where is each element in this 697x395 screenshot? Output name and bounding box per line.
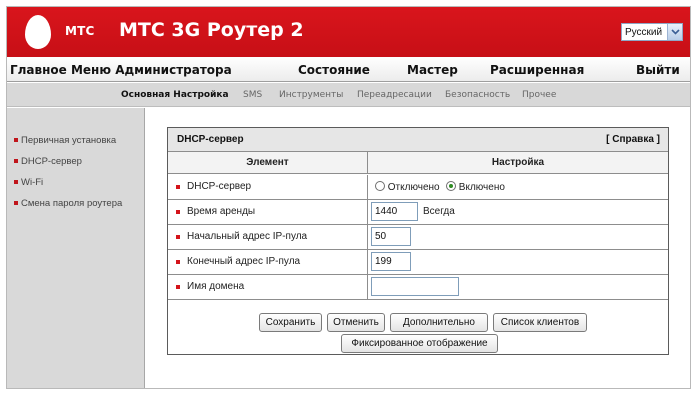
table-row-start-ip: Начальный адрес IP-пула [168,225,668,250]
mts-logo: МТС [21,14,109,50]
tab-security[interactable]: Безопасность [445,90,510,100]
sidebar-item-label: Смена пароля роутера [21,198,123,209]
dhcp-on-radio[interactable]: Включено [446,181,505,193]
row-value-cell: Всегда [368,200,668,224]
row-label-cell: DHCP-сервер [168,175,368,199]
tab-forwarding[interactable]: Переадресации [357,90,432,100]
radio-label-off: Отключено [387,182,440,193]
nav-logout[interactable]: Выйти [636,63,680,77]
bullet-icon [14,180,18,184]
chevron-down-icon[interactable] [667,24,682,40]
bullet-icon [14,159,18,163]
header-bar: МТС МТС 3G Роутер 2 Русский [7,7,690,57]
nav-admin-menu[interactable]: Главное Меню Администратора [10,63,232,77]
panel-title-row: DHCP-сервер [ Справка ] [168,128,668,152]
nav-status[interactable]: Состояние [298,63,370,77]
column-header-element: Элемент [168,152,368,174]
tab-tools[interactable]: Инструменты [279,90,343,100]
main-nav: Главное Меню Администратора Состояние Ма… [7,57,690,82]
nav-wizard[interactable]: Мастер [407,63,458,77]
table-header: Элемент Настройка [168,152,668,174]
row-label-cell: Конечный адрес IP-пула [168,250,368,274]
sidebar-item-change-password[interactable]: Смена пароля роутера [7,194,144,214]
bullet-icon [176,285,180,289]
row-label: Имя домена [187,281,245,292]
bullet-icon [176,210,180,214]
sidebar-item-label: Первичная установка [21,135,117,146]
domain-name-input[interactable] [371,277,459,296]
save-button[interactable]: Сохранить [259,313,322,332]
language-select[interactable]: Русский [621,23,683,41]
fixed-mapping-button[interactable]: Фиксированное отображение [341,334,498,353]
sidebar-item-wifi[interactable]: Wi-Fi [7,173,144,193]
client-list-button[interactable]: Список клиентов [493,313,587,332]
bullet-icon [176,260,180,264]
bullet-icon [14,138,18,142]
bullet-icon [14,201,18,205]
row-label: DHCP-сервер [187,181,252,192]
app-title: МТС 3G Роутер 2 [119,19,304,41]
cancel-button[interactable]: Отменить [327,313,385,332]
radio-checked-icon [446,181,456,191]
column-header-setting: Настройка [491,157,545,168]
row-value-cell [368,275,668,299]
sidebar-item-dhcp[interactable]: DHCP-сервер [7,152,144,172]
logo-text: МТС [65,24,95,38]
nav-advanced[interactable]: Расширенная [490,63,584,77]
row-value-cell [368,250,668,274]
tab-other[interactable]: Прочее [522,90,556,100]
lease-time-input[interactable] [371,202,418,221]
table-row-end-ip: Конечный адрес IP-пула [168,250,668,275]
radio-label-on: Включено [458,182,505,193]
lease-always-label: Всегда [423,206,455,217]
mts-egg-icon [25,15,51,49]
sidebar: Первичная установка DHCP-сервер Wi-Fi См… [7,108,145,388]
dhcp-settings-panel: DHCP-сервер [ Справка ] Элемент Настройк… [167,127,669,355]
row-label: Конечный адрес IP-пула [187,256,301,267]
help-link[interactable]: [ Справка ] [606,134,660,145]
sidebar-item-label: DHCP-сервер [21,156,82,167]
panel-title: DHCP-сервер [177,134,244,145]
sidebar-item-initial-setup[interactable]: Первичная установка [7,131,144,151]
row-label-cell: Начальный адрес IP-пула [168,225,368,249]
end-ip-input[interactable] [371,252,411,271]
sub-nav: Основная Настройка SMS Инструменты Переа… [7,83,690,107]
sidebar-item-label: Wi-Fi [21,177,44,188]
row-value-cell [368,225,668,249]
start-ip-input[interactable] [371,227,411,246]
tab-sms[interactable]: SMS [243,90,262,100]
table-row-lease-time: Время аренды Всегда [168,200,668,225]
bullet-icon [176,185,180,189]
table-row-domain: Имя домена [168,275,668,300]
row-label-cell: Время аренды [168,200,368,224]
more-button[interactable]: Дополнительно [390,313,488,332]
language-value: Русский [625,26,663,38]
bullet-icon [176,235,180,239]
row-label-cell: Имя домена [168,275,368,299]
tab-basic-setup[interactable]: Основная Настройка [121,90,229,100]
router-admin-frame: МТС МТС 3G Роутер 2 Русский Главное Меню… [6,6,691,389]
row-value-cell: Отключено Включено [368,175,668,199]
dhcp-off-radio[interactable]: Отключено [375,181,440,193]
row-label: Время аренды [187,206,256,217]
row-label: Начальный адрес IP-пула [187,231,308,242]
table-row-dhcp-server: DHCP-сервер Отключено Включено [168,175,668,200]
radio-unchecked-icon [375,181,385,191]
